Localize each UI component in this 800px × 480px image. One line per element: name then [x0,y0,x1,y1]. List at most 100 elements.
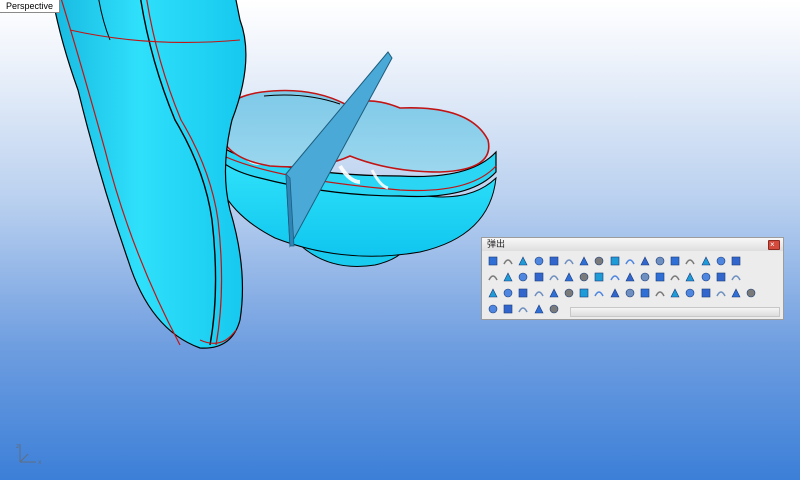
grid-button[interactable] [501,270,515,284]
network-button[interactable] [562,270,576,284]
points-icon [701,256,711,266]
figure-button[interactable] [547,286,561,300]
blend-button[interactable] [516,286,530,300]
cylinder-icon [595,272,604,282]
lock-button[interactable] [501,254,515,268]
solid-cylinder-icon [625,288,634,298]
mushroom-button[interactable] [714,286,728,300]
swap-button[interactable] [532,302,546,316]
sine-button[interactable] [562,286,576,300]
rotate-button[interactable] [623,254,637,268]
pipe-button[interactable] [714,270,728,284]
spotlight-button[interactable] [608,254,622,268]
lightbulb-button[interactable] [486,254,500,268]
curve-button[interactable] [547,270,561,284]
zoom-window-icon [549,256,559,266]
tree-button[interactable] [486,270,500,284]
disk-button[interactable] [729,286,743,300]
toolbar-titlebar[interactable]: 弹出 [482,238,783,251]
revolve-button[interactable] [714,254,728,268]
surface-plane-icon [625,272,635,282]
sphere-icon [655,272,665,282]
dimension-icon [685,259,696,265]
arch-button[interactable] [729,270,743,284]
cylinder-button[interactable] [592,270,606,284]
surface-icon [534,272,543,282]
arc-button[interactable] [668,254,682,268]
arc-icon [670,256,680,266]
popup-toolbar[interactable]: 弹出 [481,237,784,320]
shield-button[interactable] [699,286,713,300]
sphere-button[interactable] [653,270,667,284]
ring-button[interactable] [653,286,667,300]
points-button[interactable] [699,254,713,268]
save-button[interactable] [516,254,530,268]
patch-button[interactable] [638,270,652,284]
sweep-icon [731,256,741,266]
sine-icon [564,288,574,298]
ellipsoid-icon [685,272,695,282]
cup-button[interactable] [638,286,652,300]
blue-panel-icon [488,304,498,314]
bend-icon [503,288,513,298]
cone-button[interactable] [699,270,713,284]
perspective-viewport[interactable]: Perspective x z 弹出 [0,0,800,480]
column-button[interactable] [577,286,591,300]
fill-icon [519,272,528,282]
box-button[interactable] [577,270,591,284]
lock-icon [503,259,513,265]
toolbar-row [486,253,744,269]
toolbar-title: 弹出 [487,239,506,249]
viewport-label[interactable]: Perspective [0,0,61,13]
extrude-button[interactable] [547,302,561,316]
bracket-button[interactable] [592,286,606,300]
color-wheel-icon [579,256,589,266]
plane-button[interactable] [638,254,652,268]
twisted-panel-icon [503,304,513,314]
torus-button[interactable] [668,270,682,284]
surface-plane-button[interactable] [623,270,637,284]
array-icon [610,288,619,298]
panel-button[interactable] [608,270,622,284]
cup-icon [640,288,650,298]
toolbar-row [486,285,759,301]
zoom-extents-button[interactable] [532,254,546,268]
extrude-icon [549,304,559,314]
zoom-window-button[interactable] [547,254,561,268]
ellipsoid-button[interactable] [683,270,697,284]
flat-surface-button[interactable] [744,286,758,300]
svg-text:z: z [16,443,19,450]
render-sphere-button[interactable] [562,254,576,268]
blue-panel-button[interactable] [486,302,500,316]
zoom-extents-icon [534,256,543,266]
color-wheel-button[interactable] [577,254,591,268]
slab-button[interactable] [683,286,697,300]
tube-button[interactable] [668,286,682,300]
mirror-icon [518,307,529,313]
dimension-button[interactable] [683,254,697,268]
arch-icon [731,275,741,281]
solid-cylinder-button[interactable] [623,286,637,300]
surface-button[interactable] [532,270,546,284]
axis-icon: x z [16,443,42,466]
solid-box-icon [488,288,498,298]
shield-icon [701,288,710,298]
fill-button[interactable] [516,270,530,284]
bend-button[interactable] [501,286,515,300]
toolbar-row [486,301,562,317]
array-button[interactable] [608,286,622,300]
sweep-button[interactable] [729,254,743,268]
wave-button[interactable] [532,286,546,300]
ring-icon [655,291,665,297]
cube-button[interactable] [653,254,667,268]
close-icon[interactable] [768,240,780,250]
cone-icon [701,272,710,282]
main-body [52,0,247,349]
grid-icon [503,272,513,282]
mushroom-icon [716,291,726,297]
solid-box-button[interactable] [486,286,500,300]
layers-button[interactable] [592,254,606,268]
twisted-panel-button[interactable] [501,302,515,316]
mirror-button[interactable] [516,302,530,316]
toolbar-empty-strip [570,307,780,317]
